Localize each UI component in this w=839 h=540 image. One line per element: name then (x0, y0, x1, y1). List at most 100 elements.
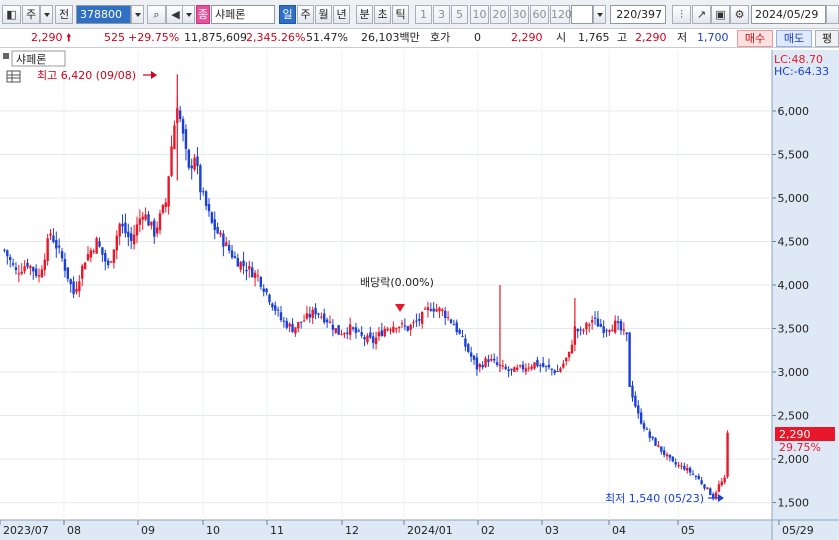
candle-body (602, 326, 605, 334)
save-icon[interactable]: ▣ (711, 5, 730, 24)
stock-name-field[interactable]: 샤페론 (211, 5, 275, 24)
interval-30-button[interactable]: 30 (510, 5, 529, 24)
y-tick-label: 6,000 (778, 105, 810, 118)
candle-body (516, 367, 519, 370)
candle-body (314, 307, 317, 315)
candle-body (29, 265, 32, 269)
candle-body (547, 364, 551, 368)
candle-body (323, 313, 326, 323)
data-count-field[interactable]: 220/397 (610, 5, 666, 24)
candle-body (553, 370, 556, 374)
candle-body (199, 165, 202, 193)
sell-button[interactable]: 매도 (776, 30, 812, 47)
gear-icon[interactable]: ⚙ (730, 5, 749, 24)
candle-body (723, 477, 726, 483)
candle-body (95, 238, 98, 254)
y-tick-label: 5,000 (778, 192, 810, 205)
interval-1-button[interactable]: 1 (415, 5, 432, 24)
period-tick-tab[interactable]: 틱 (392, 5, 409, 24)
interval-120-button[interactable]: 120 (550, 5, 572, 24)
candle-body (377, 332, 381, 337)
interval-dropdown[interactable] (593, 5, 606, 24)
interval-10-button[interactable]: 10 (470, 5, 489, 24)
candle-body (680, 465, 683, 467)
interval-3-button[interactable]: 3 (433, 5, 450, 24)
trendline-icon[interactable]: ↗ (692, 5, 711, 24)
candle-body (40, 269, 44, 278)
hc-value: HC:-64.33 (774, 65, 829, 78)
x-tick-label: 04 (612, 524, 626, 537)
candle-body (700, 480, 703, 485)
candle-body (32, 267, 35, 272)
candle-body (262, 288, 265, 292)
period-year-tab[interactable]: 년 (333, 5, 350, 24)
stock-code-dropdown[interactable] (131, 5, 144, 24)
candle-body (622, 329, 626, 331)
candle-body (449, 319, 453, 323)
y-tick-label: 5,500 (778, 148, 810, 161)
candle-body (127, 231, 130, 238)
hoga-price: 2,290 (511, 31, 543, 44)
candle-body (184, 129, 188, 149)
search-icon[interactable]: ⌕ (147, 5, 166, 24)
candle-body (662, 450, 666, 455)
candle-body (530, 366, 533, 369)
candle-body (490, 358, 493, 361)
market-dropdown[interactable] (40, 5, 53, 24)
candle-body (196, 156, 199, 167)
hoga-value: 0 (474, 31, 481, 44)
candle-body (343, 332, 346, 335)
stock-code-input[interactable]: 378800 (76, 5, 131, 24)
candle-body (348, 324, 352, 336)
period-second-tab[interactable]: 초 (374, 5, 391, 24)
candle-body (429, 309, 433, 311)
x-tick-label: 09 (141, 524, 155, 537)
calendar-icon[interactable] (826, 5, 839, 24)
speaker-dropdown[interactable] (182, 5, 195, 24)
eval-button[interactable]: 평 (815, 30, 839, 47)
y-tick-label: 4,500 (778, 235, 810, 248)
candle-body (469, 352, 473, 357)
period-minute-tab[interactable]: 분 (356, 5, 373, 24)
candle-body (504, 366, 507, 369)
low-label: 저 (677, 31, 688, 44)
market-button[interactable]: 주 (22, 5, 40, 24)
trade-amount: 26,103백만 (361, 31, 420, 44)
x-tick-label: 12 (345, 524, 359, 537)
candle-body (81, 265, 84, 279)
x-tick-label: 03 (545, 524, 559, 537)
candle-body (481, 364, 484, 368)
candle-body (671, 456, 675, 462)
candle-body (302, 320, 306, 322)
candle-body (9, 256, 12, 261)
candle-body (637, 405, 640, 414)
candle-body (683, 465, 686, 470)
date-field[interactable]: 2024/05/29 (751, 5, 826, 24)
buy-button[interactable]: 매수 (737, 30, 773, 47)
period-month-tab[interactable]: 월 (315, 5, 332, 24)
candle-body (478, 364, 481, 368)
period-week-tab[interactable]: 주 (297, 5, 314, 24)
candle-body (645, 428, 649, 430)
candle-body (703, 484, 706, 489)
candle-body (334, 328, 337, 333)
candle-body (109, 261, 113, 263)
volume-pct: 2,345.26% (246, 31, 306, 44)
candle-body (46, 238, 49, 261)
candle-body (423, 308, 427, 310)
table-icon[interactable] (6, 70, 21, 83)
screen-menu-icon[interactable]: ◧ (2, 5, 21, 24)
candle-body (386, 328, 389, 331)
jeon-button[interactable]: 전 (55, 5, 73, 24)
interval-60-button[interactable]: 60 (530, 5, 549, 24)
candle-body (337, 325, 340, 335)
interval-20-button[interactable]: 20 (490, 5, 509, 24)
x-tick-label: 2024/01 (407, 524, 453, 537)
interval-custom-input[interactable] (571, 5, 593, 24)
candle-body (83, 262, 87, 270)
interval-5-button[interactable]: 5 (451, 5, 468, 24)
price-chart[interactable]: 1,500 2,000 2,500 3,000 3,500 4,000 4,500 5,000… (0, 50, 839, 540)
period-day-tab[interactable]: 일 (279, 5, 296, 24)
candle-body (409, 325, 412, 330)
candle-type-icon[interactable]: ⫶ (672, 5, 691, 24)
